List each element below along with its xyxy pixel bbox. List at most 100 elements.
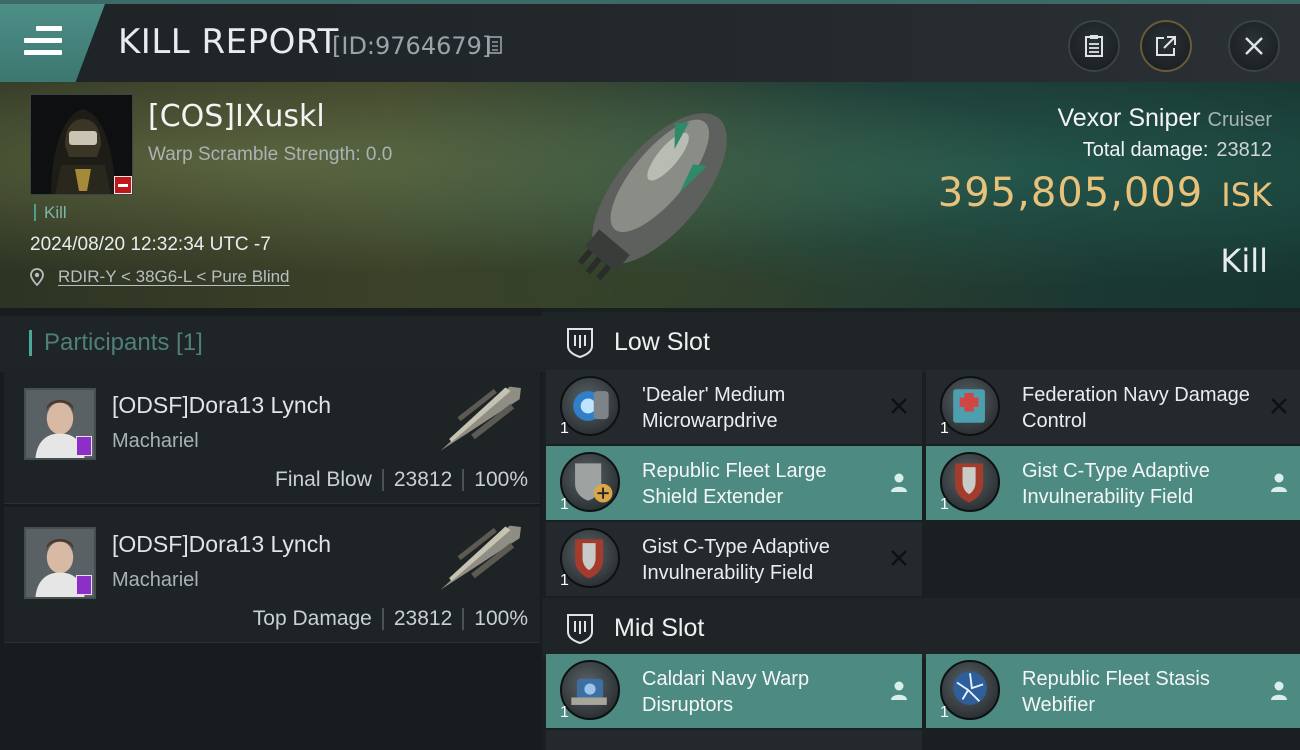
module-item[interactable]: 1 Gist C-Type Adaptive Invulnerability F… [546, 522, 922, 596]
ship-name[interactable]: Vexor Sniper Cruiser [1057, 104, 1272, 133]
destroyed-x-icon [891, 550, 907, 566]
location-text: RDIR-Y < 38G6-L < Pure Blind [58, 267, 290, 286]
ship-class: Cruiser [1207, 109, 1272, 131]
participant-name: [ODSF]Dora13 Lynch [112, 392, 332, 418]
participant-row[interactable]: [ODSF]Dora13 Lynch Machariel Top Damage … [4, 507, 540, 643]
share-button[interactable] [1140, 20, 1192, 72]
fitting-panel: Low Slot 1 'Dealer' Medium Microwarpdriv… [542, 308, 1300, 750]
destroyed-x-icon [891, 398, 907, 414]
module-item[interactable]: 1 Republic Fleet Stasis Webifier [926, 654, 1300, 728]
module-quantity: 1 [560, 496, 569, 513]
menu-button[interactable] [0, 4, 105, 82]
corp-badge [76, 436, 92, 456]
low-slot-header: Low Slot [542, 312, 1300, 372]
module-quantity: 1 [560, 420, 569, 437]
divider [462, 608, 465, 630]
warp-scramble-strength: Warp Scramble Strength: 0.0 [148, 144, 393, 165]
module-name: Caldari Navy Warp Disruptors [642, 668, 810, 716]
module-name: Gist C-Type Adaptive Invulnerability Fie… [1022, 460, 1210, 508]
participant-stats: Final Blow 23812 100% [275, 468, 528, 492]
participants-header: Participants [1] [0, 316, 542, 372]
participants-title: Participants [1] [29, 330, 203, 356]
dropped-person-icon [891, 681, 907, 700]
microwarpdrive-icon [560, 376, 620, 436]
location-link[interactable]: RDIR-Y < 38G6-L < Pure Blind [30, 267, 290, 287]
warp-disruptor-icon [560, 660, 620, 720]
close-button[interactable] [1228, 20, 1280, 72]
module-name: 'Dealer' Medium Microwarpdrive [642, 384, 786, 432]
total-damage-value: 23812 [1216, 139, 1272, 161]
clipboard-button[interactable] [1068, 20, 1120, 72]
invulnerability-field-icon [560, 528, 620, 588]
victim-banner: [COS]IXuskl Warp Scramble Strength: 0.0 … [0, 82, 1300, 308]
mid-slot-icon [567, 614, 593, 644]
report-id: [ID:9764679] [332, 32, 492, 60]
top-bar: KILL REPORT [ID:9764679] [0, 0, 1300, 82]
participants-panel: Participants [1] [ODSF]Dora13 Lynch Mach… [0, 308, 542, 750]
kill-result: Kill [1220, 242, 1268, 280]
module-name: Republic Fleet Large Shield Extender [642, 460, 827, 508]
participant-row[interactable]: [ODSF]Dora13 Lynch Machariel Final Blow … [4, 368, 540, 504]
participant-avatar [24, 388, 96, 460]
module-quantity: 1 [940, 496, 949, 513]
module-quantity: 1 [940, 704, 949, 721]
participant-damage: 23812 [393, 468, 453, 491]
module-name: Federation Navy Damage Control [1022, 384, 1250, 432]
destroyed-x-icon [1271, 398, 1287, 414]
divider [381, 608, 384, 630]
copy-icon[interactable] [488, 36, 504, 56]
shield-extender-icon [560, 452, 620, 512]
divider [462, 469, 465, 491]
participant-stats: Top Damage 23812 100% [253, 607, 528, 631]
module-item-partial[interactable] [546, 730, 922, 750]
isk-unit: ISK [1221, 176, 1272, 214]
participant-role: Final Blow [275, 468, 372, 491]
close-icon [1245, 37, 1263, 55]
corp-badge [76, 575, 92, 595]
participant-ship-image [440, 525, 521, 590]
ship-render[interactable] [555, 87, 755, 302]
divider [381, 469, 384, 491]
module-quantity: 1 [940, 420, 949, 437]
participant-avatar [24, 527, 96, 599]
hamburger-icon [24, 26, 62, 62]
participant-ship-image [440, 386, 521, 451]
victim-name[interactable]: [COS]IXuskl [148, 99, 325, 134]
module-name: Republic Fleet Stasis Webifier [1022, 668, 1210, 716]
total-damage: Total damage: 23812 [1083, 139, 1272, 162]
module-item[interactable]: 1 Republic Fleet Large Shield Extender [546, 446, 922, 520]
participant-role: Top Damage [252, 607, 372, 630]
low-slot-icon [567, 328, 593, 358]
mid-slot-label: Mid Slot [614, 613, 705, 642]
total-damage-label: Total damage: [1082, 139, 1209, 161]
dropped-person-icon [1271, 473, 1287, 492]
module-item[interactable]: 1 Gist C-Type Adaptive Invulnerability F… [926, 446, 1300, 520]
location-pin-icon [30, 268, 44, 286]
kill-datetime: 2024/08/20 12:32:34 UTC -7 [30, 234, 271, 255]
participant-name: [ODSF]Dora13 Lynch [112, 531, 332, 557]
share-icon [1156, 36, 1176, 56]
isk-amount: 395,805,009 [937, 170, 1204, 216]
page-title: KILL REPORT [118, 22, 339, 62]
participant-percent: 100% [474, 468, 528, 491]
dropped-person-icon [891, 473, 907, 492]
negative-standing-badge [114, 176, 132, 194]
participant-percent: 100% [474, 607, 528, 630]
stasis-webifier-icon [940, 660, 1000, 720]
ship-name-text: Vexor Sniper [1057, 104, 1201, 132]
dropped-person-icon [1271, 681, 1287, 700]
damage-control-icon [940, 376, 1000, 436]
module-item[interactable]: 1 Caldari Navy Warp Disruptors [546, 654, 922, 728]
low-slot-label: Low Slot [614, 327, 710, 356]
participant-ship: Machariel [112, 430, 199, 452]
kill-tag: Kill [34, 204, 67, 221]
module-quantity: 1 [560, 704, 569, 721]
participant-ship: Machariel [112, 569, 199, 591]
module-name: Gist C-Type Adaptive Invulnerability Fie… [642, 536, 830, 584]
isk-value: 395,805,009 ISK [938, 170, 1272, 216]
invulnerability-field-icon [940, 452, 1000, 512]
module-item[interactable]: 1 'Dealer' Medium Microwarpdrive [546, 370, 922, 444]
module-quantity: 1 [560, 572, 569, 589]
mid-slot-header: Mid Slot [542, 598, 1300, 658]
module-item[interactable]: 1 Federation Navy Damage Control [926, 370, 1300, 444]
